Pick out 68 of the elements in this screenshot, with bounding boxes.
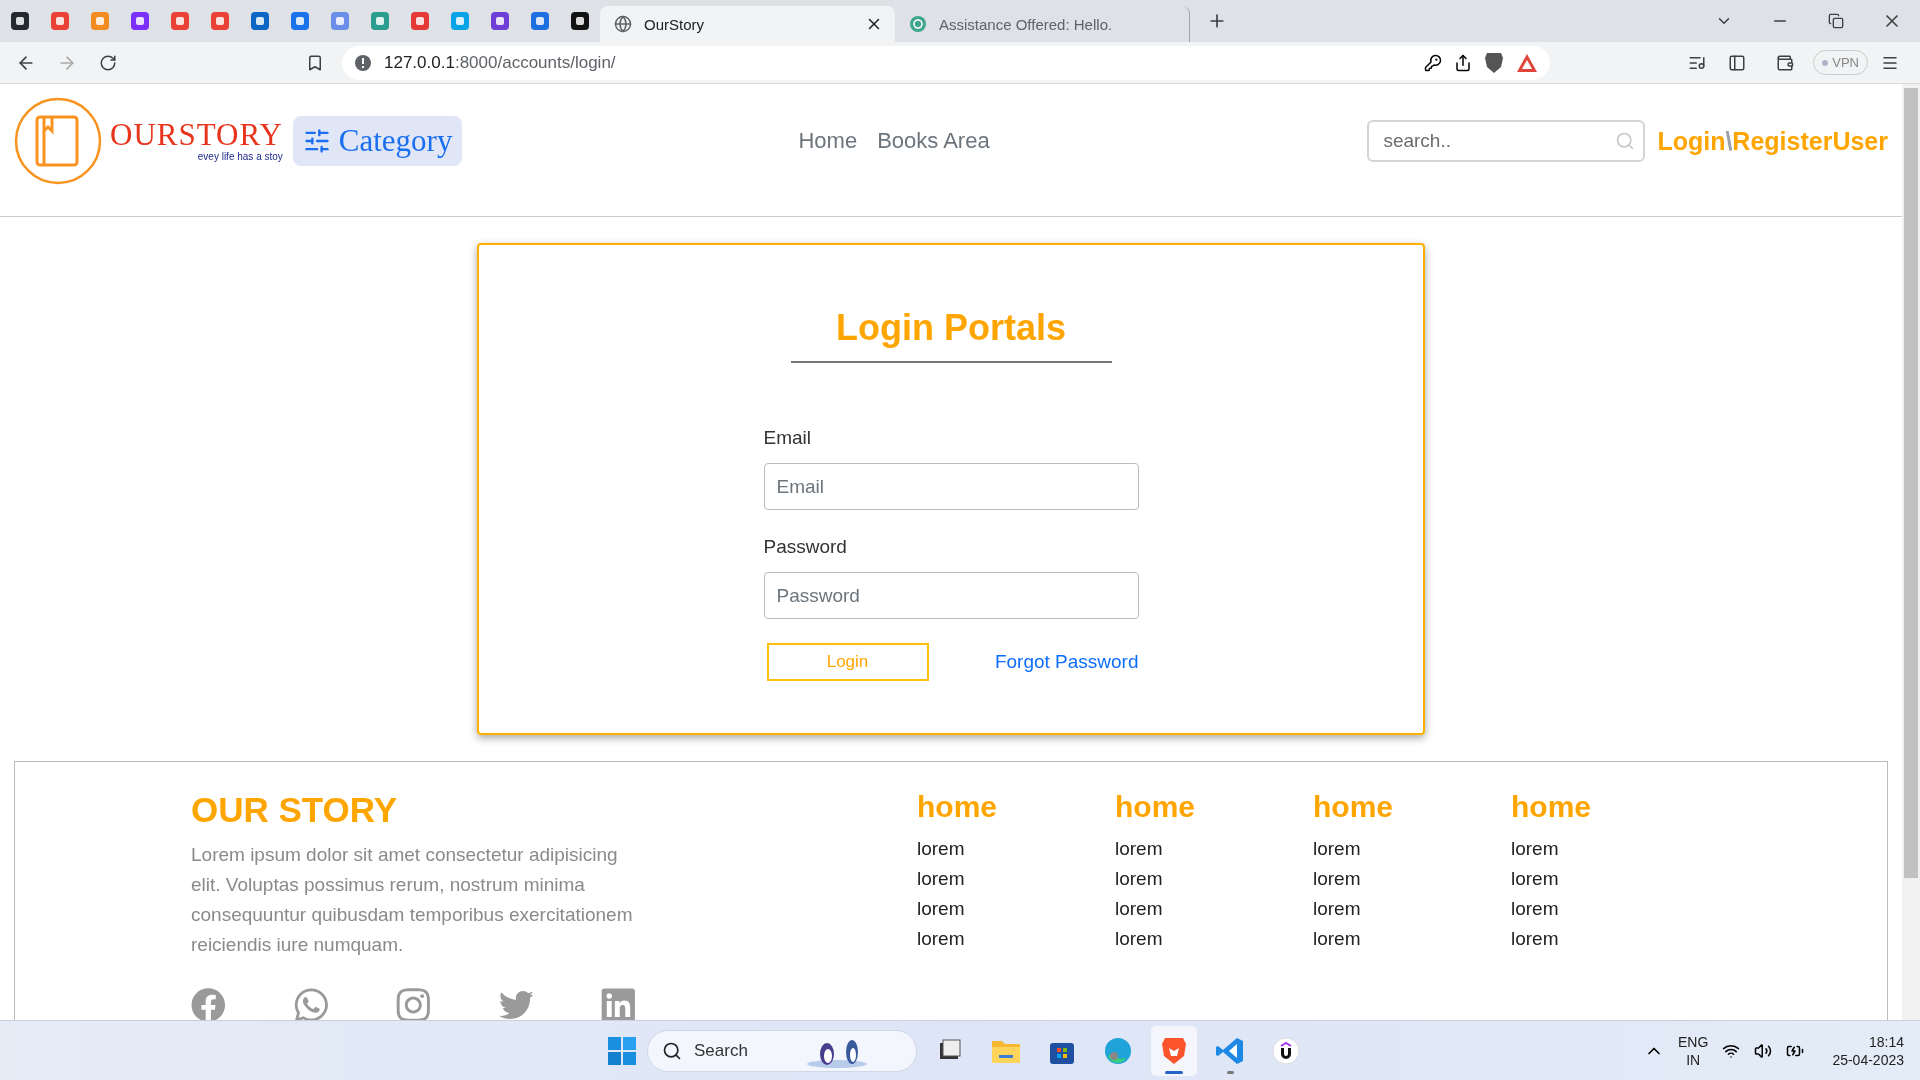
whatsapp-icon[interactable]	[293, 986, 329, 1020]
footer-heading: home	[917, 790, 998, 824]
footer-heading: home	[1115, 790, 1196, 824]
key-icon[interactable]	[1424, 53, 1442, 72]
footer-link[interactable]: lorem	[1313, 834, 1511, 864]
footer-link[interactable]: lorem	[917, 834, 1115, 864]
code-editor-icon[interactable]	[1215, 1036, 1245, 1066]
input-field[interactable]: Password	[763, 572, 1139, 619]
footer-link[interactable]: lorem	[1313, 864, 1511, 894]
footer-link[interactable]: lorem	[1115, 864, 1313, 894]
sidebar-icon[interactable]	[1728, 53, 1747, 72]
footer-link[interactable]: lorem	[1511, 894, 1709, 924]
taskbar-search-field[interactable]: Search	[692, 1040, 792, 1062]
address-bar[interactable]: 127.0.0.1:8000/accounts/login/	[342, 45, 1550, 80]
footer-link[interactable]: lorem	[1115, 924, 1313, 954]
login-title: Login Portals	[790, 307, 1112, 363]
footer-link[interactable]: lorem	[917, 864, 1115, 894]
search-icon	[662, 1041, 682, 1061]
app-icon[interactable]	[1272, 1037, 1300, 1065]
facebook-icon[interactable]	[191, 986, 226, 1020]
url-text: 127.0.0.1:8000/accounts/login/	[384, 52, 617, 73]
browser-icon[interactable]	[1103, 1036, 1133, 1066]
language-text[interactable]: ENG	[1678, 1032, 1709, 1051]
logo-text: OURSTORY	[110, 116, 283, 152]
category-button[interactable]: Category	[292, 116, 463, 166]
footer-link[interactable]: lorem	[1511, 834, 1709, 864]
globe-icon	[614, 15, 632, 33]
volume-icon[interactable]	[1754, 1041, 1773, 1060]
footer-link[interactable]: lorem	[1511, 924, 1709, 954]
clock-time[interactable]: 18:14	[1868, 1032, 1904, 1051]
footer-brand: OUR STORY	[191, 790, 399, 830]
footer-about: Lorem ipsum dolor sit amet consectetur adipisicing elit. Voluptas possimus rerum, nostrum minima consequuntur quibusdam temporibus exercitationem reiciendis iure numquam.	[191, 843, 634, 957]
field-label: Email	[763, 427, 812, 449]
wallet-icon[interactable]	[1776, 53, 1795, 72]
nav-link[interactable]: Books Area	[877, 128, 990, 154]
site-icon[interactable]	[570, 11, 590, 31]
sliders-icon	[302, 127, 331, 155]
browser-tab[interactable]: OurStory	[600, 6, 895, 42]
clock-date[interactable]: 25-04-2023	[1832, 1050, 1904, 1069]
input-field[interactable]: Email	[763, 463, 1139, 510]
footer-link[interactable]: lorem	[917, 924, 1115, 954]
logo-tagline: evey life has a stoy	[197, 150, 283, 162]
nav-link[interactable]: Home	[798, 128, 858, 154]
restore-icon[interactable]	[1828, 13, 1844, 29]
linkedin-icon[interactable]	[601, 986, 636, 1020]
field-label: Password	[763, 536, 848, 558]
info-icon[interactable]	[354, 53, 372, 72]
footer-link[interactable]: lorem	[1115, 834, 1313, 864]
footer-link[interactable]: lorem	[1313, 924, 1511, 954]
footer-link[interactable]: lorem	[1313, 894, 1511, 924]
reload-icon[interactable]	[99, 53, 117, 72]
taskbar-search-box[interactable]: Search	[647, 1030, 917, 1072]
footer-link[interactable]: lorem	[1511, 864, 1709, 894]
bookmark-icon[interactable]	[306, 53, 324, 72]
footer-link[interactable]: lorem	[1115, 894, 1313, 924]
region-text[interactable]: IN	[1686, 1050, 1701, 1069]
instagram-icon[interactable]	[396, 986, 431, 1020]
windows-start-icon[interactable]	[607, 1036, 637, 1066]
folder-icon[interactable]	[991, 1038, 1021, 1064]
site-icon[interactable]	[10, 11, 30, 31]
share-icon[interactable]	[1454, 53, 1472, 72]
footer-heading: home	[1313, 790, 1394, 824]
footer-link[interactable]: lorem	[917, 894, 1115, 924]
search-box[interactable]: search..	[1367, 120, 1646, 162]
forgot-password-link[interactable]: Forgot Password	[994, 651, 1139, 673]
footer-heading: home	[1511, 790, 1592, 824]
triangle-icon[interactable]	[1516, 52, 1538, 73]
scrollbar[interactable]	[1902, 84, 1920, 1020]
